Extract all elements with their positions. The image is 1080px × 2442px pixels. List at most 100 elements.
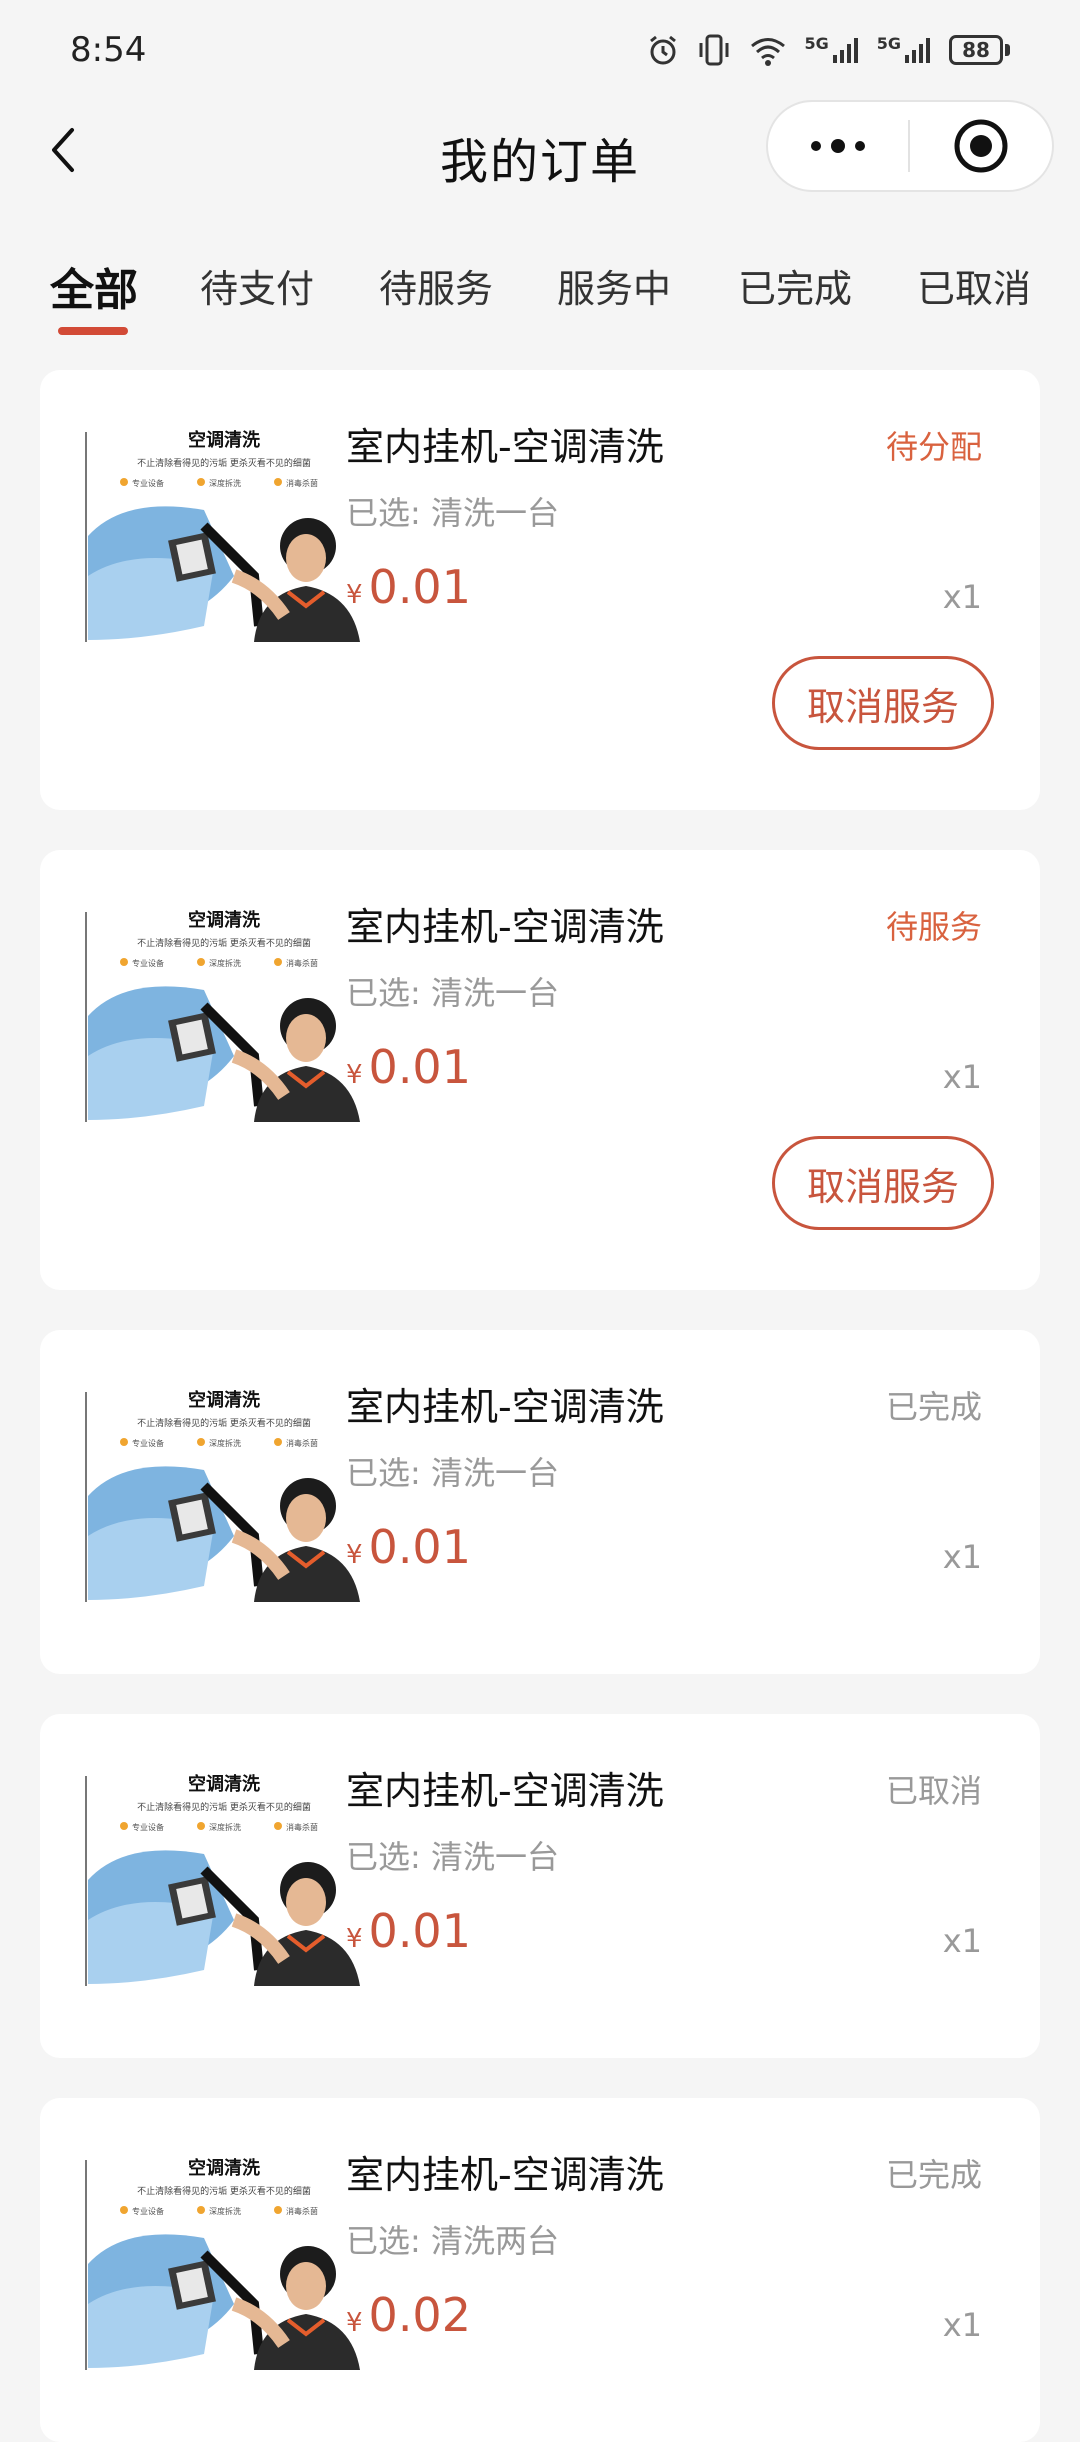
- price-amount: 0.01: [368, 560, 471, 614]
- thumb-title: 空调清洗: [188, 909, 260, 931]
- order-status: 已完成: [885, 1388, 982, 1426]
- order-title: 室内挂机-空调清洗: [346, 1769, 664, 1813]
- vibrate-icon: [696, 33, 732, 67]
- order-spec: 已选: 清洗两台: [346, 2222, 559, 2260]
- order-price: ¥ 0.01: [346, 1904, 471, 1958]
- svg-text:深度拆洗: 深度拆洗: [209, 958, 241, 968]
- order-spec: 已选: 清洗一台: [346, 1838, 559, 1876]
- order-quantity: x1: [942, 578, 982, 616]
- thumb-title: 空调清洗: [188, 1773, 260, 1795]
- order-card[interactable]: 空调清洗 不止清除看得见的污垢 更杀灭看不见的细菌 专业设备 深度拆洗 消毒杀菌: [40, 370, 1040, 810]
- product-thumbnail: 空调清洗 不止清除看得见的污垢 更杀灭看不见的细菌 专业设备 深度拆洗 消毒杀菌: [84, 1386, 364, 1602]
- more-button[interactable]: [768, 102, 908, 190]
- currency-symbol: ¥: [346, 580, 363, 610]
- signal-icon: [832, 38, 858, 63]
- order-spec: 已选: 清洗一台: [346, 1454, 559, 1492]
- order-title: 室内挂机-空调清洗: [346, 2153, 664, 2197]
- order-price: ¥ 0.02: [346, 2288, 471, 2342]
- cancel-service-button[interactable]: 取消服务: [772, 656, 994, 750]
- svg-text:专业设备: 专业设备: [132, 478, 164, 488]
- svg-text:深度拆洗: 深度拆洗: [209, 478, 241, 488]
- order-title: 室内挂机-空调清洗: [346, 1385, 664, 1429]
- order-card[interactable]: 空调清洗 不止清除看得见的污垢 更杀灭看不见的细菌 专业设备 深度拆洗 消毒杀菌: [40, 850, 1040, 1290]
- order-card[interactable]: 空调清洗 不止清除看得见的污垢 更杀灭看不见的细菌 专业设备 深度拆洗 消毒杀菌: [40, 1714, 1040, 2058]
- svg-text:消毒杀菌: 消毒杀菌: [286, 958, 318, 968]
- svg-text:专业设备: 专业设备: [132, 1822, 164, 1832]
- order-status: 待分配: [885, 428, 982, 466]
- svg-text:专业设备: 专业设备: [132, 1438, 164, 1448]
- product-thumbnail: 空调清洗 不止清除看得见的污垢 更杀灭看不见的细菌 专业设备 深度拆洗 消毒杀菌: [84, 2154, 364, 2370]
- thumb-title: 空调清洗: [188, 2157, 260, 2179]
- order-price: ¥ 0.01: [346, 560, 471, 614]
- order-price: ¥ 0.01: [346, 1520, 471, 1574]
- battery-icon: 88: [949, 35, 1010, 65]
- status-time: 8:54: [70, 30, 147, 70]
- svg-text:不止清除看得见的污垢 更杀灭看不见的细菌: 不止清除看得见的污垢 更杀灭看不见的细菌: [137, 1801, 311, 1813]
- order-tabs: 全部 待支付 待服务 服务中 已完成 已取消: [0, 220, 1080, 340]
- signal-group-1: 5G: [804, 33, 860, 65]
- thumb-title: 空调清洗: [188, 1389, 260, 1411]
- currency-symbol: ¥: [346, 1060, 363, 1090]
- price-amount: 0.01: [368, 1904, 471, 1958]
- order-spec: 已选: 清洗一台: [346, 494, 559, 532]
- currency-symbol: ¥: [346, 2308, 363, 2338]
- svg-text:不止清除看得见的污垢 更杀灭看不见的细菌: 不止清除看得见的污垢 更杀灭看不见的细菌: [137, 2185, 311, 2197]
- order-quantity: x1: [942, 1922, 982, 1960]
- status-icons: 5G 5G 88: [646, 33, 1010, 67]
- product-thumbnail: 空调清洗 不止清除看得见的污垢 更杀灭看不见的细菌 专业设备 深度拆洗 消毒杀菌: [84, 426, 364, 642]
- close-target-icon: [954, 119, 1008, 173]
- order-quantity: x1: [942, 1058, 982, 1096]
- price-amount: 0.01: [368, 1520, 471, 1574]
- product-thumbnail: 空调清洗 不止清除看得见的污垢 更杀灭看不见的细菌 专业设备 深度拆洗 消毒杀菌: [84, 1770, 364, 1986]
- tab-pending-service[interactable]: 待服务: [379, 258, 493, 313]
- currency-symbol: ¥: [346, 1924, 363, 1954]
- more-dots-icon: [811, 139, 865, 153]
- svg-text:深度拆洗: 深度拆洗: [209, 1438, 241, 1448]
- tab-active-indicator: [58, 327, 128, 335]
- svg-text:深度拆洗: 深度拆洗: [209, 1822, 241, 1832]
- order-card[interactable]: 空调清洗 不止清除看得见的污垢 更杀灭看不见的细菌 专业设备 深度拆洗 消毒杀菌: [40, 1330, 1040, 1674]
- order-title: 室内挂机-空调清洗: [346, 425, 664, 469]
- order-quantity: x1: [942, 1538, 982, 1576]
- price-amount: 0.01: [368, 1040, 471, 1094]
- svg-text:消毒杀菌: 消毒杀菌: [286, 1822, 318, 1832]
- tab-pending-payment[interactable]: 待支付: [200, 258, 314, 313]
- wifi-icon: [748, 33, 788, 67]
- svg-text:不止清除看得见的污垢 更杀灭看不见的细菌: 不止清除看得见的污垢 更杀灭看不见的细菌: [137, 937, 311, 949]
- svg-text:不止清除看得见的污垢 更杀灭看不见的细菌: 不止清除看得见的污垢 更杀灭看不见的细菌: [137, 457, 311, 469]
- tab-completed[interactable]: 已完成: [738, 258, 852, 313]
- product-thumbnail: 空调清洗 不止清除看得见的污垢 更杀灭看不见的细菌 专业设备 深度拆洗 消毒杀菌: [84, 906, 364, 1122]
- signal-icon: [905, 38, 930, 63]
- nav-bar: 我的订单: [0, 100, 1080, 200]
- signal-1-label: 5G: [804, 33, 829, 53]
- tab-in-service[interactable]: 服务中: [557, 258, 671, 313]
- order-price: ¥ 0.01: [346, 1040, 471, 1094]
- miniprogram-capsule: [766, 100, 1054, 192]
- svg-text:专业设备: 专业设备: [132, 2206, 164, 2216]
- status-bar: 8:54 5G 5G 88: [0, 0, 1080, 100]
- order-title: 室内挂机-空调清洗: [346, 905, 664, 949]
- svg-text:消毒杀菌: 消毒杀菌: [286, 478, 318, 488]
- svg-text:深度拆洗: 深度拆洗: [209, 2206, 241, 2216]
- order-quantity: x1: [942, 2306, 982, 2344]
- svg-text:消毒杀菌: 消毒杀菌: [286, 2206, 318, 2216]
- tab-cancelled[interactable]: 已取消: [917, 258, 1031, 313]
- order-status: 已取消: [885, 1772, 982, 1810]
- svg-text:不止清除看得见的污垢 更杀灭看不见的细菌: 不止清除看得见的污垢 更杀灭看不见的细菌: [137, 1417, 311, 1429]
- currency-symbol: ¥: [346, 1540, 363, 1570]
- thumb-title: 空调清洗: [188, 429, 260, 451]
- close-button[interactable]: [910, 102, 1052, 190]
- cancel-service-button[interactable]: 取消服务: [772, 1136, 994, 1230]
- signal-group-2: 5G: [876, 33, 933, 65]
- svg-text:消毒杀菌: 消毒杀菌: [286, 1438, 318, 1448]
- order-status: 待服务: [885, 908, 982, 946]
- battery-level: 88: [949, 35, 1003, 65]
- svg-text:专业设备: 专业设备: [132, 958, 164, 968]
- tab-all[interactable]: 全部: [50, 254, 138, 318]
- order-spec: 已选: 清洗一台: [346, 974, 559, 1012]
- order-card[interactable]: 空调清洗 不止清除看得见的污垢 更杀灭看不见的细菌 专业设备 深度拆洗 消毒杀菌: [40, 2098, 1040, 2442]
- alarm-icon: [646, 33, 680, 67]
- price-amount: 0.02: [368, 2288, 471, 2342]
- signal-2-label: 5G: [876, 33, 901, 53]
- order-status: 已完成: [885, 2156, 982, 2194]
